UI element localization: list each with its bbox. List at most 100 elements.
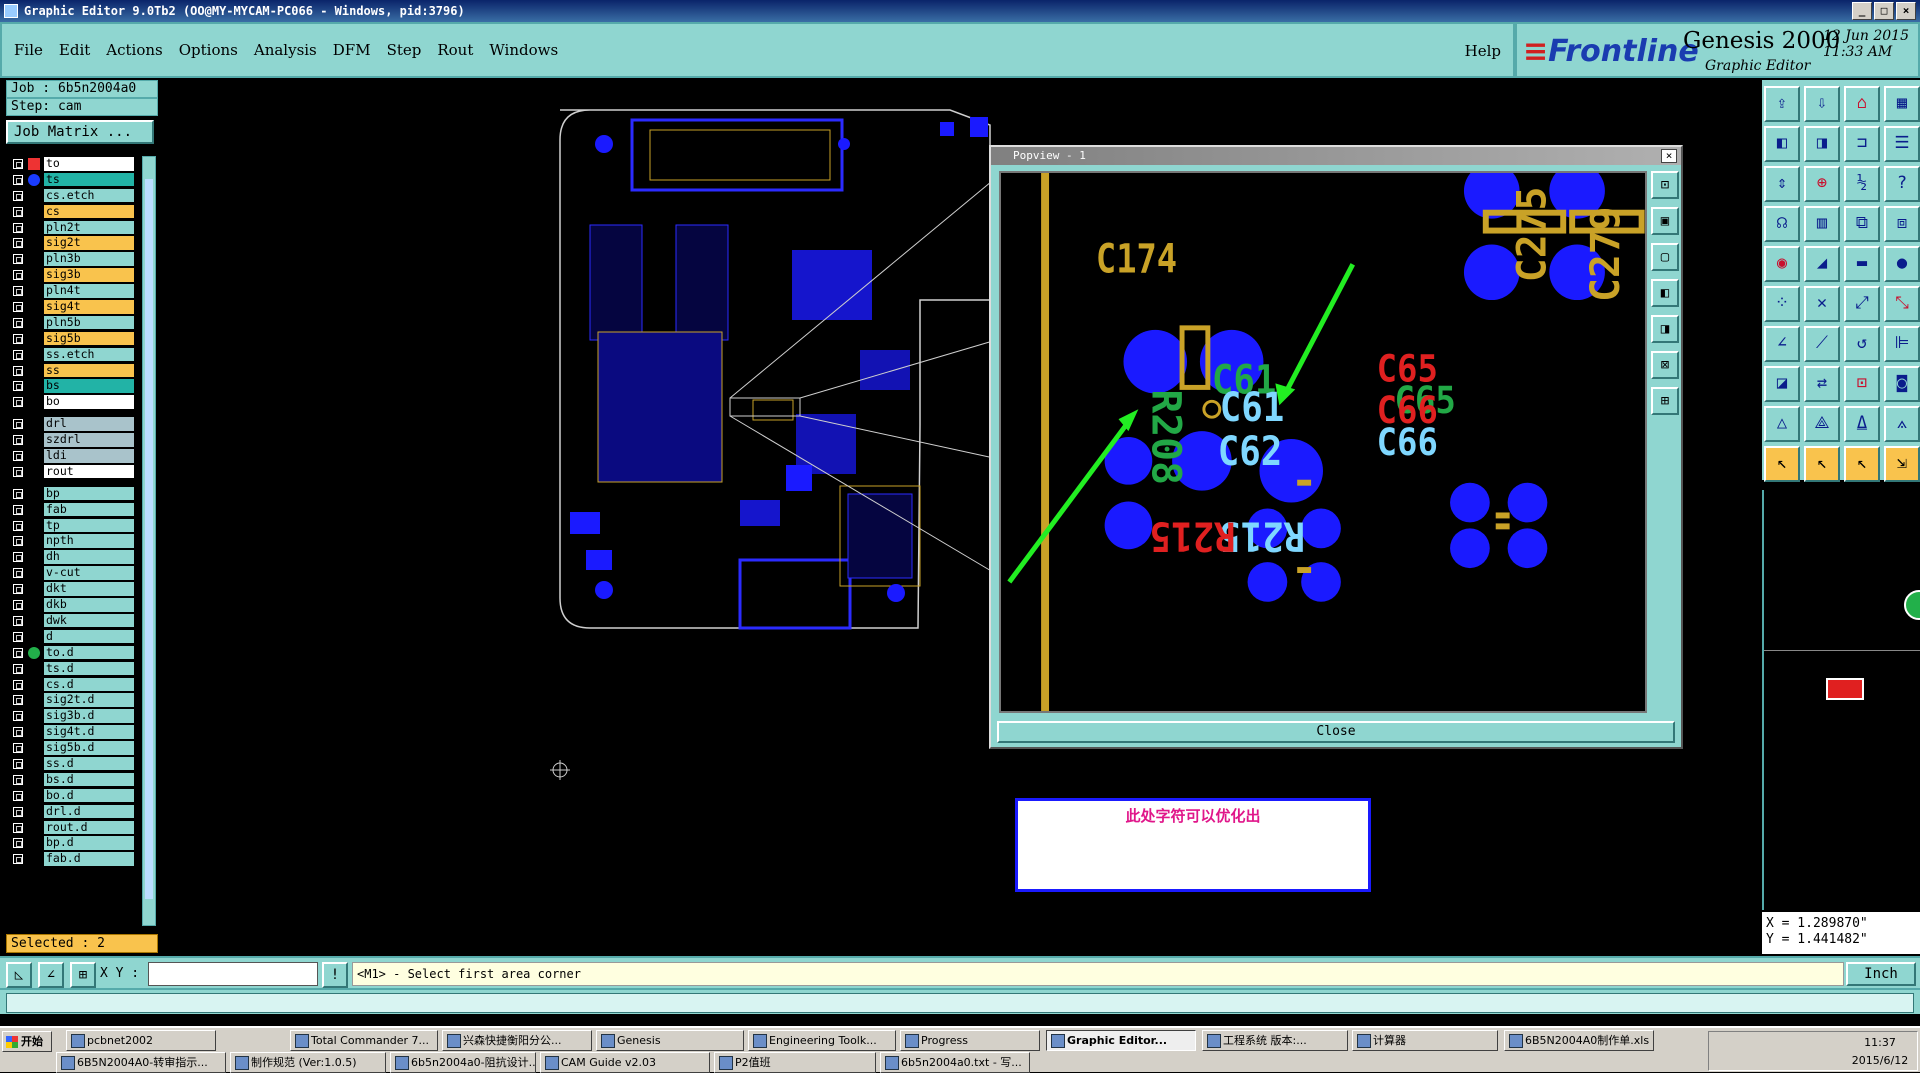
copy-down-icon[interactable]: ⇩ <box>1804 86 1840 122</box>
layer-row[interactable]: drl <box>8 416 136 432</box>
pointer-edit-icon[interactable]: ↖ <box>1844 446 1880 482</box>
minimize-button[interactable]: _ <box>1852 2 1872 20</box>
layer-row[interactable]: sig4t.d <box>8 724 136 740</box>
pointer-resize-icon[interactable]: ⇲ <box>1884 446 1920 482</box>
taskbar-item[interactable]: 6B5N2004A0-转审指示... <box>56 1052 226 1073</box>
taskbar-item[interactable]: Engineering Toolk... <box>748 1030 896 1051</box>
xy-input[interactable] <box>148 962 318 986</box>
layer-row[interactable]: sig4t <box>8 299 136 315</box>
grid-icon[interactable]: ▥ <box>1804 206 1840 242</box>
layer-checkbox[interactable] <box>13 190 23 201</box>
layer-row[interactable]: pln2t <box>8 220 136 236</box>
layer-checkbox[interactable] <box>13 536 23 547</box>
layer-row[interactable]: fab <box>8 502 136 518</box>
menu-edit[interactable]: Edit <box>59 41 90 59</box>
taskbar-item[interactable]: pcbnet2002 <box>66 1030 216 1051</box>
layer-row[interactable]: ss.etch <box>8 347 136 363</box>
layer-row[interactable]: cs.etch <box>8 188 136 204</box>
snap-icon[interactable]: ◺ <box>6 962 32 988</box>
layer-row[interactable]: bp.d <box>8 835 136 851</box>
layer-row[interactable]: sig2t <box>8 235 136 251</box>
taskbar-item[interactable]: P2值班 <box>714 1052 876 1073</box>
layer-row[interactable]: szdrl <box>8 432 136 448</box>
layer-row[interactable]: sig5b.d <box>8 740 136 756</box>
layer-checkbox[interactable] <box>13 568 23 579</box>
vertical-fit-icon[interactable]: ⇕ <box>1764 166 1800 202</box>
layer-checkbox[interactable] <box>13 600 23 611</box>
shape-icon[interactable]: ⟑ <box>1884 406 1920 442</box>
layer-row[interactable]: sig5b <box>8 331 136 347</box>
resize-icon[interactable]: ⤢ <box>1844 286 1880 322</box>
triangle-icon[interactable]: △ <box>1764 406 1800 442</box>
taskbar-item[interactable]: Genesis <box>596 1030 744 1051</box>
layer-checkbox[interactable] <box>13 790 23 801</box>
layer-row[interactable]: d <box>8 629 136 645</box>
menu-rout[interactable]: Rout <box>437 41 473 59</box>
taskbar-item[interactable]: CAM Guide v2.03 <box>540 1052 710 1073</box>
taskbar-item[interactable]: Total Commander 7... <box>290 1030 438 1051</box>
zoom-out-icon[interactable]: ▢ <box>1651 243 1679 271</box>
home-icon[interactable]: ⌂ <box>1844 86 1880 122</box>
layer-checkbox[interactable] <box>13 174 23 185</box>
layer-checkbox[interactable] <box>13 254 23 265</box>
layer-checkbox[interactable] <box>13 435 23 446</box>
bells-icon[interactable]: ☊ <box>1764 206 1800 242</box>
layer-checkbox[interactable] <box>13 822 23 833</box>
layer-row[interactable]: pln3b <box>8 251 136 267</box>
layer-checkbox[interactable] <box>13 317 23 328</box>
resize-alt-icon[interactable]: ⤡ <box>1884 286 1920 322</box>
delete-icon[interactable]: ✕ <box>1804 286 1840 322</box>
right-dock-icon[interactable]: ◨ <box>1804 126 1840 162</box>
layer-checkbox[interactable] <box>13 774 23 785</box>
taskbar-item[interactable]: Progress <box>900 1030 1040 1051</box>
layer-checkbox[interactable] <box>13 349 23 360</box>
popview-close-button[interactable]: Close <box>997 721 1675 743</box>
start-button[interactable]: 开始 <box>2 1031 52 1052</box>
left-dock-icon[interactable]: ◧ <box>1764 126 1800 162</box>
undo-icon[interactable]: ↺ <box>1844 326 1880 362</box>
layer-checkbox[interactable] <box>13 552 23 563</box>
layer-checkbox[interactable] <box>13 615 23 626</box>
layer-checkbox[interactable] <box>13 695 23 706</box>
taskbar-item[interactable]: 工程系统 版本:... <box>1202 1030 1348 1051</box>
angle-icon[interactable]: ∠ <box>1764 326 1800 362</box>
info-icon[interactable]: ! <box>322 962 348 988</box>
layer-row[interactable]: bs <box>8 378 136 394</box>
taskbar-item[interactable]: Graphic Editor... <box>1046 1030 1196 1051</box>
layer-row[interactable]: fab.d <box>8 851 136 867</box>
select-box-icon[interactable]: ⊡ <box>1844 366 1880 402</box>
layer-row[interactable]: ss <box>8 363 136 379</box>
zoom-in-icon[interactable]: ▣ <box>1651 207 1679 235</box>
layer-row[interactable]: ts.d <box>8 661 136 677</box>
layer-row[interactable]: pln5b <box>8 315 136 331</box>
menu-analysis[interactable]: Analysis <box>254 41 317 59</box>
layer-checkbox[interactable] <box>13 381 23 392</box>
popview-close-icon[interactable]: × <box>1661 149 1677 163</box>
taskbar-item[interactable]: 6b5n2004a0.txt - 写... <box>880 1052 1030 1073</box>
layer-checkbox[interactable] <box>13 466 23 477</box>
layer-row[interactable]: bp <box>8 486 136 502</box>
list-icon[interactable]: ☰ <box>1884 126 1920 162</box>
layer-checkbox[interactable] <box>13 743 23 754</box>
grid-icon[interactable]: ⊞ <box>70 962 96 988</box>
menu-help[interactable]: Help <box>1465 42 1501 60</box>
half-icon[interactable]: ½ <box>1844 166 1880 202</box>
layer-checkbox[interactable] <box>13 727 23 738</box>
layer-checkbox[interactable] <box>13 365 23 376</box>
menu-step[interactable]: Step <box>387 41 422 59</box>
pad-icon[interactable]: ◪ <box>1764 366 1800 402</box>
zoom-home-icon[interactable]: ⊡ <box>1651 171 1679 199</box>
color-icon[interactable]: ◢ <box>1804 246 1840 282</box>
layer-row[interactable]: dwk <box>8 613 136 629</box>
taskbar-item[interactable]: 计算器 <box>1352 1030 1498 1051</box>
bracket-icon[interactable]: ⊐ <box>1844 126 1880 162</box>
stack-icon[interactable]: ⧉ <box>1844 206 1880 242</box>
scroll-thumb[interactable] <box>145 179 153 899</box>
layer-checkbox[interactable] <box>13 270 23 281</box>
minimap-viewport[interactable] <box>1826 678 1864 700</box>
layer-row[interactable]: ss.d <box>8 756 136 772</box>
center-icon[interactable]: ⊞ <box>1651 387 1679 415</box>
menu-windows[interactable]: Windows <box>489 41 558 59</box>
menu-dfm[interactable]: DFM <box>333 41 371 59</box>
clock[interactable]: 11:37 2015/6/12 <box>1845 1034 1915 1070</box>
